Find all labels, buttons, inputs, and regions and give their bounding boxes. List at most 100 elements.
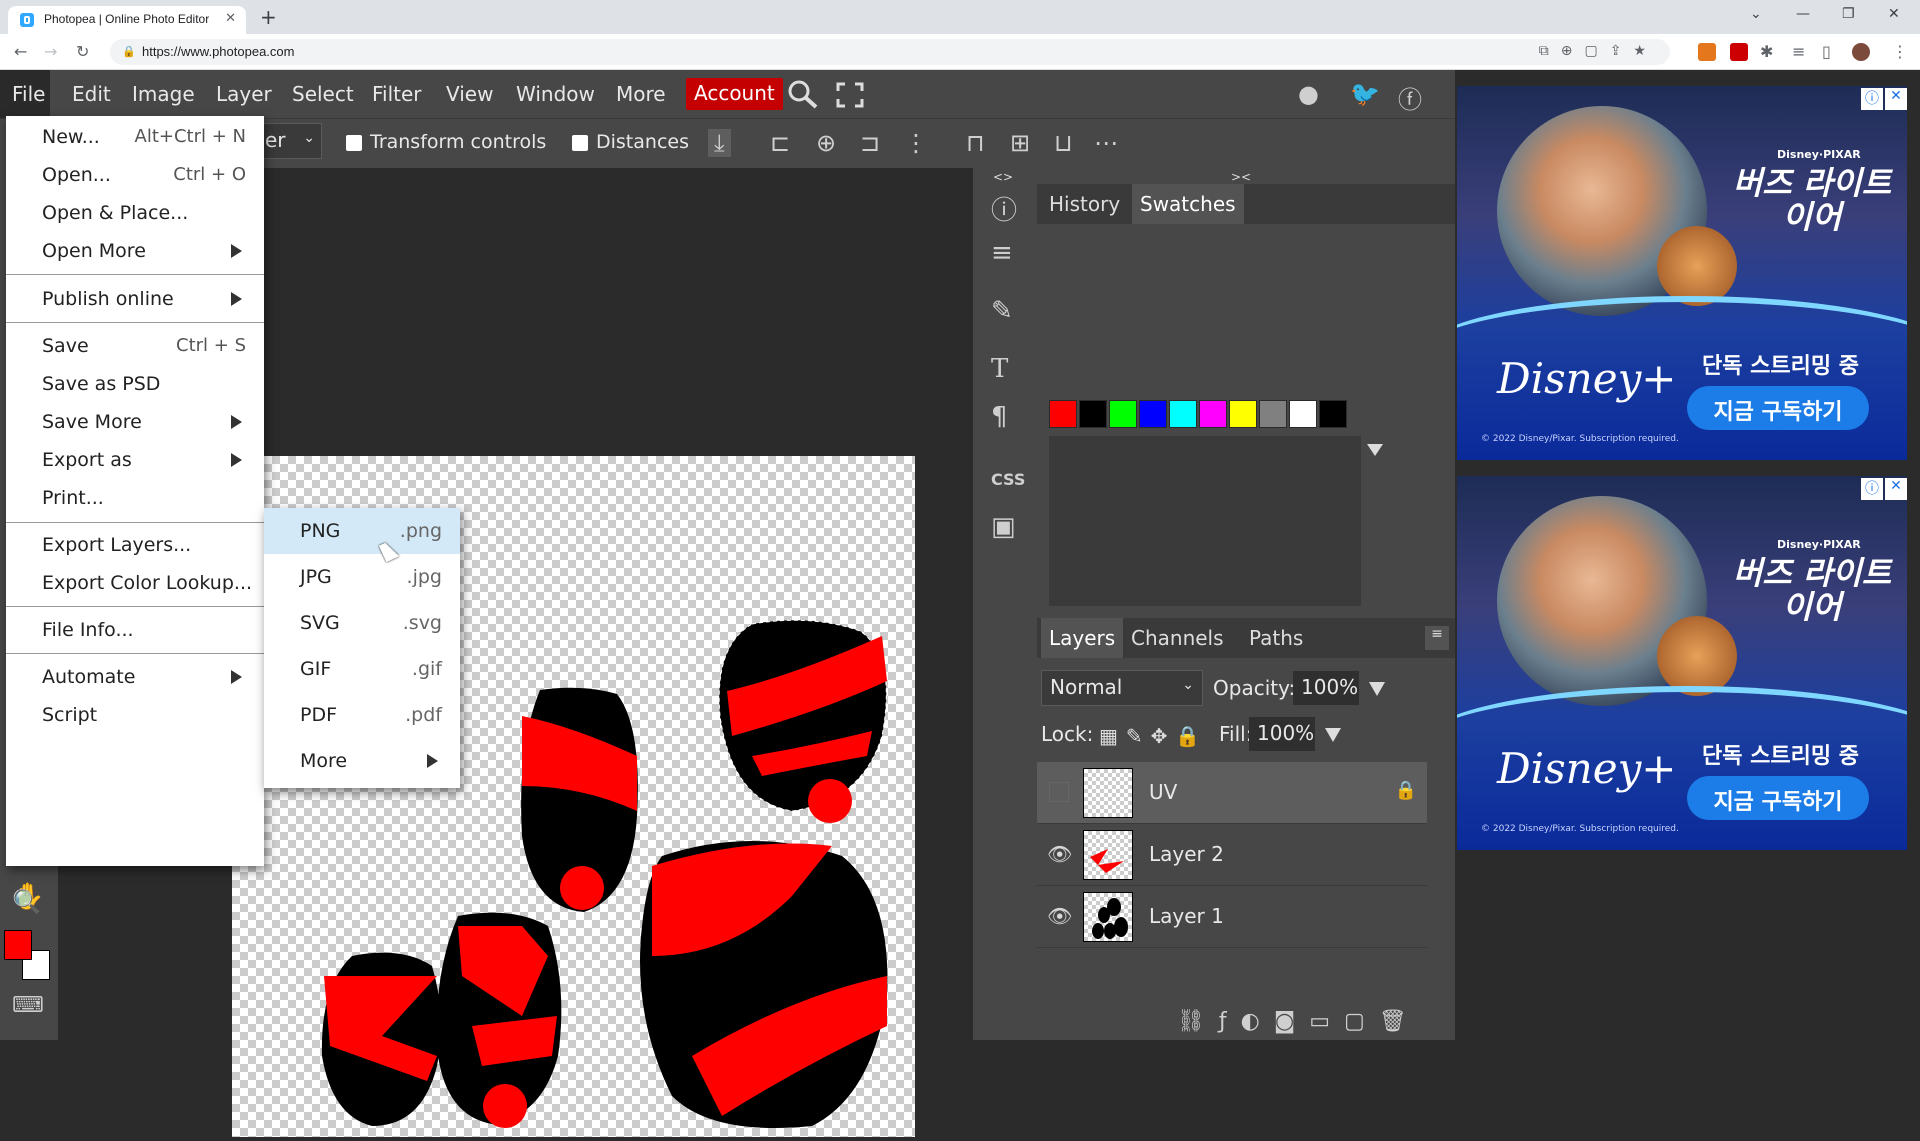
file-menu-automate[interactable]: Automate <box>6 658 264 696</box>
align-middle-v-icon[interactable]: ⊞ <box>1010 129 1030 157</box>
menu-image[interactable]: Image <box>132 82 195 106</box>
color-swatch[interactable] <box>1289 400 1317 428</box>
swatches-menu-triangle-icon[interactable] <box>1367 444 1383 456</box>
ad-subscribe-button[interactable]: 지금 구독하기 <box>1687 386 1869 430</box>
twitter-icon[interactable]: 🐦 <box>1350 80 1380 108</box>
distribute-v-icon[interactable]: ⋯ <box>1094 129 1118 157</box>
fill-input[interactable]: 100% <box>1249 717 1315 751</box>
color-swatch[interactable] <box>1199 400 1227 428</box>
color-swatch[interactable] <box>1049 400 1077 428</box>
menu-filter[interactable]: Filter <box>372 82 422 106</box>
color-swatch[interactable] <box>1169 400 1197 428</box>
profile-avatar[interactable] <box>1852 43 1870 61</box>
reddit-icon[interactable]: ● <box>1298 80 1328 108</box>
tab-paths[interactable]: Paths <box>1241 626 1311 650</box>
align-bottom-icon[interactable]: ⊔ <box>1054 129 1073 157</box>
info-icon[interactable]: ⓘ <box>991 190 1017 227</box>
menu-more[interactable]: More <box>616 82 666 106</box>
file-menu-save[interactable]: Save Ctrl + S <box>6 327 264 365</box>
character-icon[interactable]: T <box>991 354 1008 384</box>
zoom-tool-icon[interactable]: 🔍 <box>12 888 42 916</box>
file-menu-print[interactable]: Print... <box>6 479 264 517</box>
menu-view[interactable]: View <box>446 82 493 106</box>
menu-edit[interactable]: Edit <box>72 82 111 106</box>
keyboard-icon[interactable]: ⌨ <box>12 993 44 1018</box>
color-swatch[interactable] <box>1139 400 1167 428</box>
shield-extension-icon[interactable] <box>1730 43 1748 61</box>
blend-mode-select[interactable]: Normal ⌄ <box>1041 670 1203 706</box>
collapse-right-toggle[interactable]: >< <box>1231 170 1251 184</box>
facebook-icon[interactable]: ⓕ <box>1398 80 1428 114</box>
ad-subscribe-button[interactable]: 지금 구독하기 <box>1687 776 1869 820</box>
omnibox-action-icons[interactable]: ⧉⊕▢⇪★ <box>1539 43 1658 59</box>
url-text[interactable]: https://www.photopea.com <box>142 44 294 59</box>
reading-list-icon[interactable]: ≡ <box>1792 42 1805 61</box>
fill-dropdown-icon[interactable] <box>1325 728 1341 742</box>
file-menu-open-place[interactable]: Open & Place... <box>6 194 264 232</box>
ad-info-icon[interactable]: ⓘ <box>1861 478 1883 500</box>
layer-name[interactable]: UV <box>1149 780 1177 804</box>
foreground-color-swatch[interactable] <box>4 930 32 960</box>
distribute-h-icon[interactable]: ⋮ <box>904 129 928 157</box>
layer-row-uv[interactable]: UV 🔒 <box>1037 762 1427 824</box>
search-icon[interactable] <box>786 78 820 110</box>
paragraph-icon[interactable]: ¶ <box>991 402 1008 432</box>
align-left-icon[interactable]: ⊏ <box>770 129 790 157</box>
tab-history[interactable]: History <box>1041 192 1128 216</box>
tab-search-icon[interactable]: ⌄ <box>1750 6 1762 22</box>
file-menu-export-as[interactable]: Export as <box>6 441 264 479</box>
image-icon[interactable]: ▣ <box>991 512 1016 542</box>
menu-file[interactable]: File <box>12 82 45 106</box>
align-center-h-icon[interactable]: ⊕ <box>816 129 836 157</box>
export-png[interactable]: PNG .png <box>264 508 460 554</box>
ad-close-icon[interactable]: ✕ <box>1885 478 1907 500</box>
export-jpg[interactable]: JPG .jpg <box>264 554 460 600</box>
visibility-off-icon[interactable] <box>1049 782 1069 802</box>
layer-actions-icons[interactable]: ⛓ƒ◐◙▭▢🗑 <box>1177 1009 1421 1034</box>
download-icon[interactable]: ⤓ <box>708 129 731 157</box>
back-icon[interactable]: ← <box>14 42 27 61</box>
minimize-button[interactable]: — <box>1796 6 1810 22</box>
file-menu-open-more[interactable]: Open More <box>6 232 264 270</box>
menu-layer[interactable]: Layer <box>216 82 272 106</box>
auto-select-dropdown[interactable]: er ⌄ <box>258 123 322 159</box>
close-window-button[interactable]: ✕ <box>1888 6 1900 22</box>
reload-icon[interactable]: ↻ <box>76 42 89 61</box>
file-menu-save-psd[interactable]: Save as PSD <box>6 365 264 403</box>
export-gif[interactable]: GIF .gif <box>264 646 460 692</box>
fullscreen-icon[interactable] <box>836 82 864 108</box>
tab-swatches[interactable]: Swatches <box>1132 184 1244 224</box>
file-menu-file-info[interactable]: File Info... <box>6 611 264 649</box>
menu-select[interactable]: Select <box>292 82 354 106</box>
color-swatch[interactable] <box>1229 400 1257 428</box>
ad-banner-bottom[interactable]: Disney·PIXAR 버즈 라이트이어 Disney+ 단독 스트리밍 중 … <box>1457 476 1907 850</box>
metamask-extension-icon[interactable] <box>1698 43 1716 61</box>
file-menu-open[interactable]: Open... Ctrl + O <box>6 156 264 194</box>
opacity-dropdown-icon[interactable] <box>1369 682 1385 696</box>
file-menu-export-layers[interactable]: Export Layers... <box>6 526 264 564</box>
account-button[interactable]: Account <box>686 78 783 110</box>
layer-row-layer-2[interactable]: 👁 Layer 2 <box>1037 824 1427 886</box>
export-svg[interactable]: SVG .svg <box>264 600 460 646</box>
color-swatch[interactable] <box>1319 400 1347 428</box>
file-menu-save-more[interactable]: Save More <box>6 403 264 441</box>
layer-name[interactable]: Layer 1 <box>1149 904 1224 928</box>
layer-name[interactable]: Layer 2 <box>1149 842 1224 866</box>
opacity-input[interactable]: 100% <box>1293 671 1359 705</box>
brush-settings-icon[interactable]: ✎ <box>991 296 1013 326</box>
tab-close-icon[interactable]: ✕ <box>225 11 236 26</box>
adjustments-icon[interactable]: ≡ <box>991 238 1013 268</box>
maximize-button[interactable]: ❐ <box>1842 6 1855 22</box>
export-more[interactable]: More <box>264 738 460 784</box>
ad-close-icon[interactable]: ✕ <box>1885 88 1907 110</box>
align-right-icon[interactable]: ⊐ <box>860 129 880 157</box>
extensions-puzzle-icon[interactable]: ✱ <box>1760 42 1773 61</box>
forward-icon[interactable]: → <box>44 42 57 61</box>
side-panel-icon[interactable]: ▯ <box>1822 42 1831 61</box>
ad-banner-top[interactable]: Disney·PIXAR 버즈 라이트이어 Disney+ 단독 스트리밍 중 … <box>1457 86 1907 460</box>
url-omnibox[interactable]: 🔒 https://www.photopea.com ⧉⊕▢⇪★ <box>110 39 1670 65</box>
tab-channels[interactable]: Channels <box>1123 626 1232 650</box>
align-top-icon[interactable]: ⊓ <box>966 129 985 157</box>
transform-controls-checkbox[interactable] <box>346 135 362 151</box>
color-swatch[interactable] <box>1259 400 1287 428</box>
